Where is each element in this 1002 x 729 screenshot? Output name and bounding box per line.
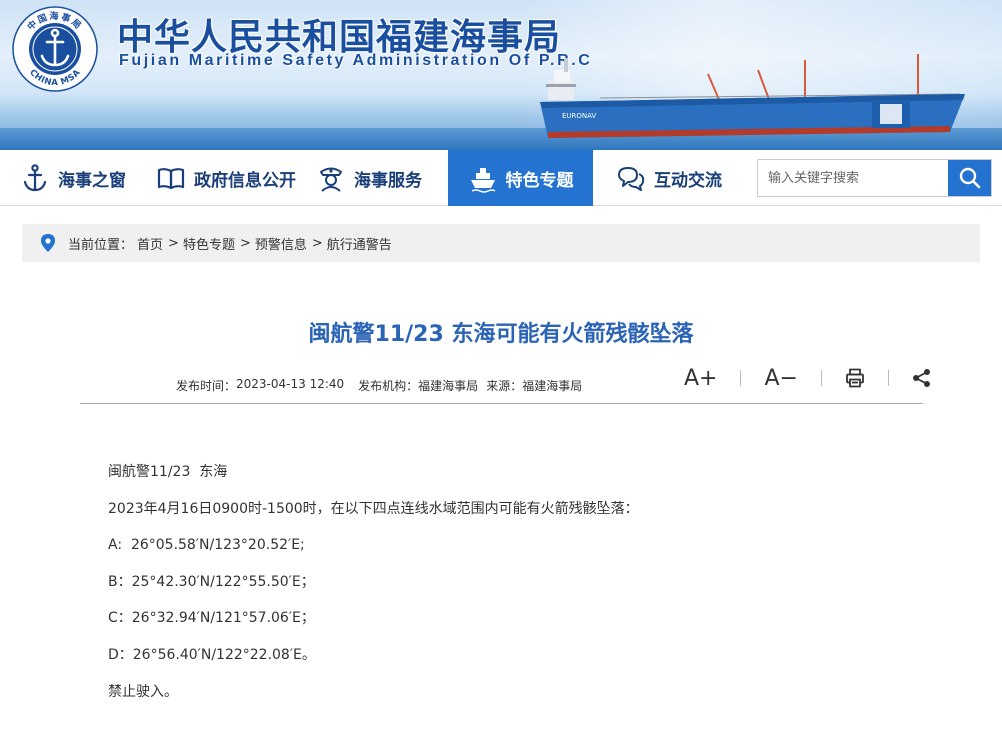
breadcrumb: 当前位置： 首页 > 特色专题 > 预警信息 > 航行通警告 [22, 224, 980, 262]
search-input[interactable] [758, 160, 948, 196]
nav-item-label: 政府信息公开 [194, 170, 296, 191]
nav-item-special-topics[interactable]: 特色专题 [448, 150, 593, 206]
nav-item-label: 特色专题 [505, 170, 574, 191]
nav-item-maritime-service[interactable]: 海事服务 [316, 150, 422, 206]
search-icon [959, 167, 980, 189]
nav-item-maritime-window[interactable]: 海事之窗 [20, 150, 126, 206]
breadcrumb-warning-info[interactable]: 预警信息 [255, 234, 307, 253]
title-divider [80, 403, 923, 404]
share-button[interactable] [912, 368, 932, 388]
article-title: 闽航警11/23 东海可能有火箭残骸坠落 [308, 322, 694, 347]
breadcrumb-separator: > [311, 235, 323, 251]
publisher-label: 发布机构： [358, 379, 419, 393]
officer-badge-icon [320, 167, 342, 192]
publish-time: 发布时间： 2023-04-13 12:40 [176, 377, 344, 394]
breadcrumb-home[interactable]: 首页 [137, 234, 163, 253]
tool-divider [820, 370, 822, 386]
publish-time-value: 2023-04-13 12:40 [236, 377, 345, 391]
search-box [757, 159, 992, 197]
ship-name-label: EURONAV [562, 112, 596, 120]
publish-time-label: 发布时间： [176, 379, 237, 393]
publisher-info: 发布机构： 福建海事局 来源： 福建海事局 [358, 377, 582, 394]
article-paragraph: A: 26°05.58′N/123°20.52′E; [108, 537, 305, 554]
breadcrumb-separator: > [239, 235, 251, 251]
font-increase-button[interactable]: A+ [684, 366, 717, 391]
printer-icon [846, 368, 864, 388]
source-label: 来源： [486, 379, 523, 393]
anchor-icon [23, 164, 47, 192]
article-tools: A+ A− [684, 362, 932, 394]
china-msa-logo[interactable]: 中国海事局 CHINA MSA [12, 6, 98, 92]
publisher-value: 福建海事局 [418, 379, 479, 393]
search-button[interactable] [948, 160, 991, 196]
nav-item-label: 海事之窗 [58, 170, 126, 191]
tool-divider [887, 370, 889, 386]
article-paragraph: B：25°42.30′N/122°55.50′E； [108, 573, 315, 590]
article-paragraph: C：26°32.94′N/121°57.06′E； [108, 610, 315, 627]
print-button[interactable] [845, 368, 865, 388]
nav-item-interaction[interactable]: 互动交流 [616, 150, 722, 206]
main-navigation: 海事之窗 政府信息公开 海事服务 特色专题 互动交流 输入关键字搜索 [0, 150, 1002, 206]
nav-item-government-info[interactable]: 政府信息公开 [156, 150, 296, 206]
header-banner: 中国海事局 CHINA MSA 中华人民共和国福建海事局 Fujian Mari… [0, 0, 1002, 150]
font-decrease-button[interactable]: A− [764, 366, 797, 391]
breadcrumb-navigation-warnings[interactable]: 航行通警告 [327, 234, 392, 253]
nav-item-label: 互动交流 [654, 170, 722, 191]
breadcrumb-label: 当前位置： [68, 237, 134, 253]
source-value: 福建海事局 [522, 379, 583, 393]
location-pin-icon [41, 234, 55, 252]
book-icon [157, 168, 185, 190]
article-paragraph: 闽航警11/23 东海 [108, 464, 228, 480]
chat-bubbles-icon [618, 167, 645, 191]
tanker-ship-image: EURONAV [540, 54, 965, 138]
share-icon [912, 369, 930, 387]
site-title-en: Fujian Maritime Safety Administration Of… [119, 52, 593, 69]
article-paragraph: 禁止驶入。 [108, 683, 178, 700]
article-meta: 发布时间： 2023-04-13 12:40 发布机构： 福建海事局 来源： 福… [176, 377, 582, 394]
article-paragraph: 2023年4月16日0900时-1500时，在以下四点连线水域范围内可能有火箭残… [108, 500, 639, 517]
article-paragraph: D：26°56.40′N/122°22.08′E。 [108, 646, 316, 663]
breadcrumb-separator: > [168, 235, 179, 251]
breadcrumb-special-topics[interactable]: 特色专题 [183, 234, 235, 253]
nav-item-label: 海事服务 [354, 170, 422, 191]
tool-divider [740, 370, 742, 386]
article-body: 闽航警11/23 东海 2023年4月16日0900时-1500时，在以下四点连… [108, 462, 639, 718]
ship-icon [470, 168, 495, 193]
